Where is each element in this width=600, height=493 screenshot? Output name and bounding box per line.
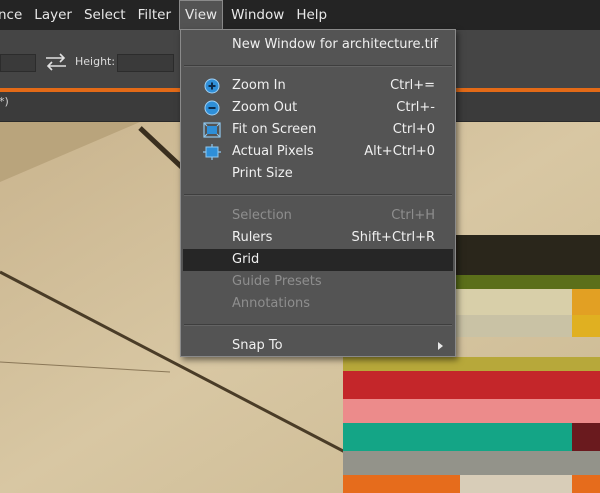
grid-label: Grid (232, 252, 260, 267)
menu-separator (184, 65, 452, 67)
width-field[interactable] (0, 54, 36, 72)
snap-to-item[interactable]: Snap To (183, 335, 453, 357)
fit-on-screen-icon (203, 122, 221, 138)
menu-help[interactable]: Help (292, 0, 331, 30)
annotations-label: Annotations (232, 296, 311, 311)
fit-on-screen-shortcut: Ctrl+0 (392, 122, 435, 137)
actual-pixels-shortcut: Alt+Ctrl+0 (364, 144, 435, 159)
zoom-in-shortcut: Ctrl+= (390, 78, 435, 93)
snap-to-label: Snap To (232, 338, 283, 353)
rulers-shortcut: Shift+Ctrl+R (351, 230, 436, 245)
print-size-item[interactable]: Print Size (183, 163, 453, 185)
selection-shortcut: Ctrl+H (391, 208, 435, 223)
actual-pixels-label: Actual Pixels (232, 144, 314, 159)
zoom-in-item[interactable]: Zoom In Ctrl+= (183, 75, 453, 97)
guide-presets-label: Guide Presets (232, 274, 322, 289)
zoom-in-icon (203, 78, 221, 94)
new-window-item[interactable]: New Window for architecture.tif (183, 34, 453, 56)
zoom-out-icon (203, 100, 221, 116)
guide-presets-item[interactable]: Guide Presets (183, 271, 453, 293)
selection-item[interactable]: Selection Ctrl+H (183, 205, 453, 227)
document-tab-title[interactable]: *) (0, 95, 9, 108)
menu-window[interactable]: Window (227, 0, 288, 30)
submenu-arrow-icon (438, 342, 443, 350)
menu-bar: nce Layer Select Filter View Window Help (0, 0, 600, 30)
print-size-label: Print Size (232, 166, 293, 181)
fit-on-screen-label: Fit on Screen (232, 122, 317, 137)
rulers-item[interactable]: Rulers Shift+Ctrl+R (183, 227, 453, 249)
menu-enhance[interactable]: nce (0, 0, 26, 30)
menu-filter[interactable]: Filter (134, 0, 175, 30)
zoom-out-shortcut: Ctrl+- (396, 100, 435, 115)
menu-view[interactable]: View (179, 0, 224, 30)
annotations-item[interactable]: Annotations (183, 293, 453, 315)
swap-arrows-icon[interactable] (44, 51, 68, 73)
new-window-label: New Window for architecture.tif (232, 37, 438, 52)
zoom-out-item[interactable]: Zoom Out Ctrl+- (183, 97, 453, 119)
zoom-out-label: Zoom Out (232, 100, 298, 115)
fit-on-screen-item[interactable]: Fit on Screen Ctrl+0 (183, 119, 453, 141)
menu-separator (184, 194, 452, 196)
actual-pixels-icon (203, 144, 221, 160)
height-field[interactable] (117, 54, 174, 72)
menu-separator (184, 324, 452, 326)
rulers-label: Rulers (232, 230, 273, 245)
grid-item[interactable]: Grid (183, 249, 453, 271)
selection-label: Selection (232, 208, 292, 223)
zoom-in-label: Zoom In (232, 78, 286, 93)
height-label: Height: (75, 55, 116, 68)
menu-select[interactable]: Select (80, 0, 130, 30)
actual-pixels-item[interactable]: Actual Pixels Alt+Ctrl+0 (183, 141, 453, 163)
menu-layer[interactable]: Layer (30, 0, 76, 30)
view-menu-dropdown: New Window for architecture.tif Zoom In … (180, 29, 456, 357)
